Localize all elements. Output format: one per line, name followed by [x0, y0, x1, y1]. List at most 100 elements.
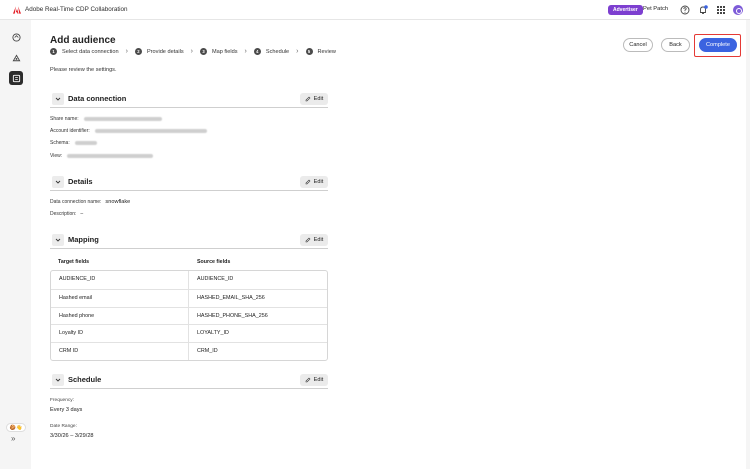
review-note: Please review the settings. — [50, 67, 117, 73]
source-field-cell: AUDIENCE_ID — [197, 276, 234, 282]
step-number: 1 — [50, 48, 57, 55]
cancel-button[interactable]: Cancel — [623, 38, 653, 52]
adobe-logo-icon — [13, 6, 21, 14]
feedback-emoji-button[interactable]: 🍪👋 — [6, 423, 26, 432]
schedule-section-header: Schedule Edit — [50, 372, 328, 389]
data-connection-name-label: Data connection name: — [50, 199, 102, 205]
pencil-icon — [305, 237, 311, 243]
step-label: Map fields — [212, 48, 238, 55]
frequency-label: Frequency: — [50, 398, 74, 403]
date-range-label: Date Range: — [50, 424, 77, 429]
edit-details-button[interactable]: Edit — [300, 176, 328, 188]
rail-item-connections[interactable] — [9, 71, 23, 85]
rail-item-home[interactable] — [9, 30, 23, 44]
chevron-right-icon: › — [296, 48, 299, 55]
app-title: Adobe Real-Time CDP Collaboration — [25, 6, 128, 13]
user-avatar[interactable] — [733, 5, 743, 15]
data-connection-name-value: snowflake — [105, 199, 131, 205]
account-identifier-row: Account identifier: — [50, 128, 207, 134]
rail-item-audiences[interactable] — [9, 51, 23, 65]
redacted-value — [83, 117, 162, 121]
edit-schedule-button[interactable]: Edit — [300, 374, 328, 386]
step-map-fields: 3 Map fields — [200, 48, 238, 55]
step-provide-details: 2 Provide details — [134, 48, 184, 55]
top-bar: Adobe Real-Time CDP Collaboration Advert… — [0, 0, 750, 20]
edit-label: Edit — [313, 237, 324, 243]
step-review: 5 Review — [305, 48, 336, 55]
step-number: 4 — [253, 48, 261, 55]
source-field-cell: HASHED_PHONE_SHA_256 — [197, 312, 268, 319]
source-field-cell: CRM_ID — [197, 348, 218, 355]
role-badge: Advertiser — [608, 5, 643, 15]
expand-rail-icon[interactable]: » — [11, 434, 15, 443]
collapse-chevron-icon[interactable] — [52, 176, 64, 188]
step-number: 3 — [200, 48, 207, 55]
mapping-section-header: Mapping Edit — [50, 232, 328, 249]
audience-icon — [12, 53, 20, 61]
target-field-cell: CRM ID — [51, 343, 189, 360]
chevron-right-icon: › — [244, 48, 247, 55]
collapse-chevron-icon[interactable] — [52, 234, 64, 246]
pencil-icon — [305, 96, 311, 102]
chevron-right-icon: › — [125, 48, 128, 55]
app-switcher-grid-icon[interactable] — [716, 5, 726, 15]
view-row: View: — [50, 153, 154, 159]
table-row: CRM ID CRM_ID — [51, 342, 327, 360]
main-panel: Add audience 1 Select data connection › … — [31, 20, 746, 469]
date-range-value: 3/30/26 – 3/29/28 — [50, 433, 94, 439]
edit-data-connection-button[interactable]: Edit — [300, 93, 328, 105]
step-label: Review — [317, 48, 336, 55]
mapping-table-body: AUDIENCE_ID AUDIENCE_ID Hashed email HAS… — [50, 270, 328, 361]
edit-label: Edit — [313, 179, 324, 185]
description-value: – — [80, 211, 84, 217]
chevron-right-icon: › — [190, 48, 193, 55]
page-title: Add audience — [50, 35, 116, 46]
left-rail: 🍪👋 » — [0, 20, 31, 469]
home-icon — [11, 32, 21, 42]
redacted-value — [67, 154, 154, 158]
source-field-cell: HASHED_EMAIL_SHA_256 — [197, 294, 265, 301]
details-section-header: Details Edit — [50, 174, 328, 191]
back-button[interactable]: Back — [661, 38, 690, 52]
notification-bell-icon[interactable] — [698, 5, 708, 15]
collapse-chevron-icon[interactable] — [52, 374, 64, 386]
table-row: AUDIENCE_ID AUDIENCE_ID — [51, 271, 327, 289]
edit-mapping-button[interactable]: Edit — [300, 234, 328, 246]
redacted-value — [74, 141, 97, 145]
table-row: Hashed email HASHED_EMAIL_SHA_256 — [51, 288, 327, 307]
share-name-row: Share name: — [50, 116, 162, 122]
edit-label: Edit — [313, 96, 324, 102]
description-row: Description: – — [50, 211, 83, 217]
target-field-cell: AUDIENCE_ID — [51, 271, 189, 289]
org-switcher[interactable]: Pet Patch — [643, 6, 668, 12]
complete-button[interactable]: Complete — [699, 38, 737, 52]
collapse-chevron-icon[interactable] — [52, 93, 64, 105]
connections-icon — [12, 74, 20, 82]
schema-label: Schema: — [50, 140, 70, 146]
section-title: Data connection — [68, 94, 127, 103]
step-number: 5 — [305, 48, 313, 55]
column-header-source: Source fields — [197, 259, 231, 265]
share-name-label: Share name: — [50, 116, 79, 122]
help-icon[interactable] — [680, 5, 690, 15]
data-connection-section-header: Data connection Edit — [50, 91, 328, 108]
stepper: 1 Select data connection › 2 Provide det… — [50, 48, 336, 55]
redacted-value — [94, 129, 207, 133]
target-field-cell: Hashed phone — [51, 307, 189, 325]
view-label: View: — [50, 153, 63, 159]
target-field-cell: Loyalty ID — [51, 325, 189, 343]
step-schedule: 4 Schedule — [253, 48, 289, 55]
target-field-cell: Hashed email — [51, 289, 189, 307]
pencil-icon — [305, 377, 311, 383]
step-label: Provide details — [146, 48, 184, 55]
step-number: 2 — [134, 48, 142, 55]
step-label: Select data connection — [62, 48, 119, 55]
mapping-table: Target fields Source fields AUDIENCE_ID … — [50, 255, 328, 361]
account-identifier-label: Account identifier: — [50, 128, 90, 134]
section-title: Schedule — [68, 375, 102, 384]
section-title: Details — [68, 177, 93, 186]
source-field-cell: LOYALTY_ID — [197, 330, 229, 337]
column-header-target: Target fields — [58, 259, 90, 265]
section-title: Mapping — [68, 235, 99, 244]
frequency-value: Every 3 days — [50, 407, 83, 413]
